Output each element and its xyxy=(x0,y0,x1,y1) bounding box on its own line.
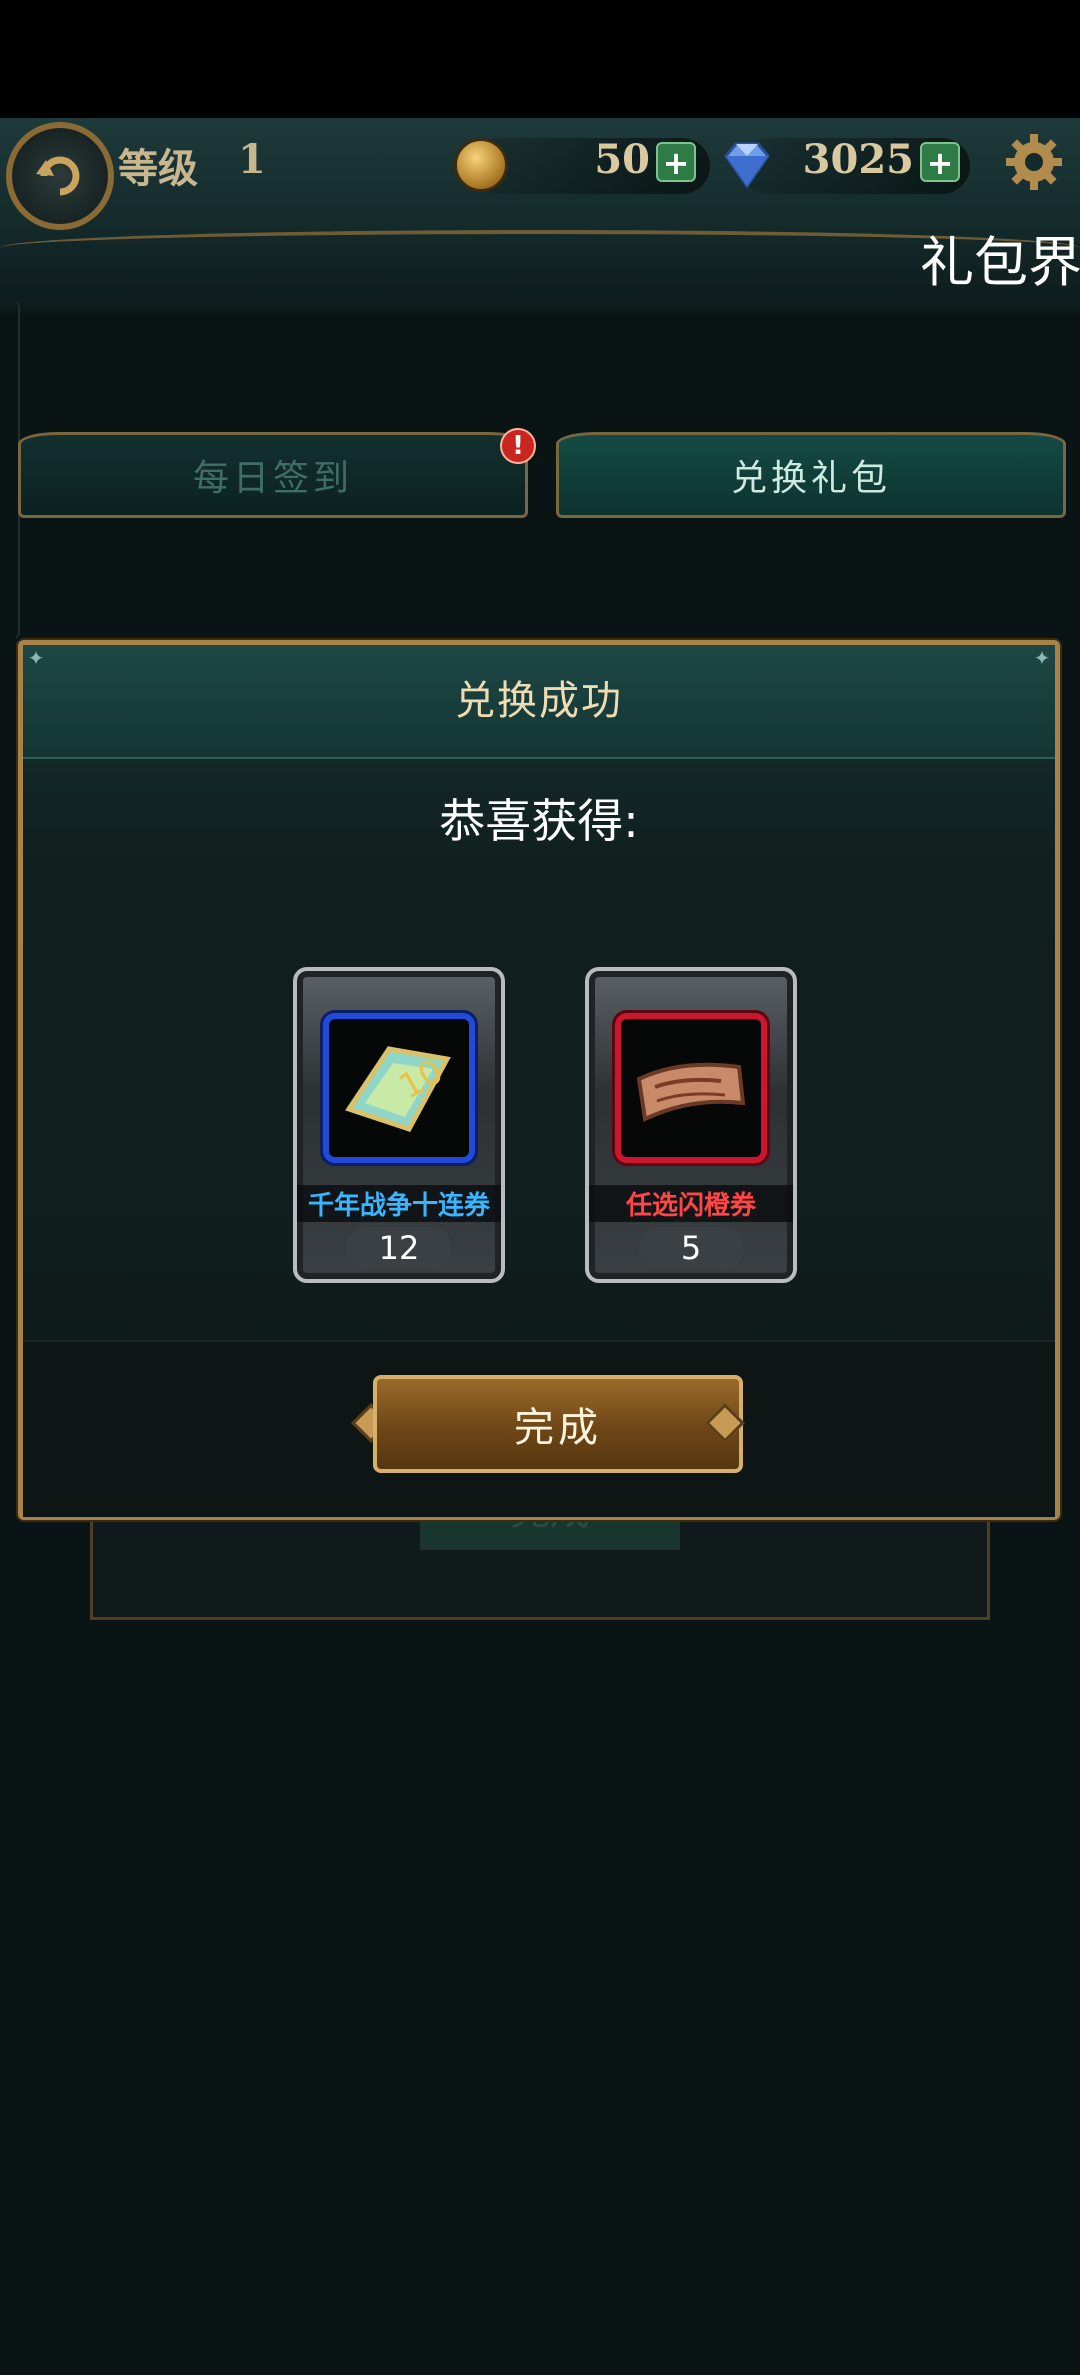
add-gold-button[interactable]: + xyxy=(656,142,696,182)
back-button[interactable] xyxy=(6,122,114,230)
top-bar-rim xyxy=(0,230,1080,248)
add-diamond-button[interactable]: + xyxy=(920,142,960,182)
status-bar xyxy=(0,0,1080,118)
level-label: 等级 xyxy=(118,145,198,192)
reward-count: 5 xyxy=(639,1227,743,1269)
diamond-value: 3025 xyxy=(802,136,914,183)
back-arrow-icon xyxy=(36,156,80,196)
gold-value: 50 xyxy=(594,136,650,183)
redeem-success-dialog: 兑换成功 ✦ ✦ ✦ ✦ 恭喜获得: 10 千年战争十连券 12 任选闪橙券 5… xyxy=(18,640,1060,1520)
reward-icon-frame xyxy=(615,1013,767,1163)
reward-card: 任选闪橙券 5 xyxy=(585,967,797,1283)
top-bar: 等级 1 50 + 3025 + 礼包界 xyxy=(0,118,1080,313)
reward-card: 10 千年战争十连券 12 xyxy=(293,967,505,1283)
corner-ornament-icon: ✦ xyxy=(1033,646,1051,670)
ten-pull-ticket-icon: 10 xyxy=(345,1046,451,1133)
gear-icon[interactable] xyxy=(1002,130,1066,194)
done-button-label: 完成 xyxy=(514,1405,602,1451)
reward-name: 任选闪橙券 xyxy=(589,1185,793,1222)
tab-redeem-gift[interactable]: 兑换礼包 xyxy=(556,432,1066,518)
side-drawer-edge xyxy=(0,300,20,640)
level-value: 1 xyxy=(238,136,266,183)
congrats-text: 恭喜获得: xyxy=(439,794,639,848)
page-label: 礼包界 xyxy=(920,231,1080,294)
tab-daily-checkin[interactable]: 每日签到 xyxy=(18,432,528,518)
diamond-icon xyxy=(724,142,770,189)
corner-ornament-icon: ✦ xyxy=(27,646,45,670)
gold-coin-icon xyxy=(454,138,508,192)
reward-name: 千年战争十连券 xyxy=(297,1185,501,1222)
done-button[interactable]: 完成 xyxy=(373,1375,743,1473)
reward-icon-frame: 10 xyxy=(323,1013,475,1163)
alert-badge: ! xyxy=(500,428,536,464)
dialog-title: 兑换成功 xyxy=(455,678,623,724)
orange-select-ticket-icon xyxy=(636,1062,746,1122)
reward-count: 12 xyxy=(347,1227,451,1269)
